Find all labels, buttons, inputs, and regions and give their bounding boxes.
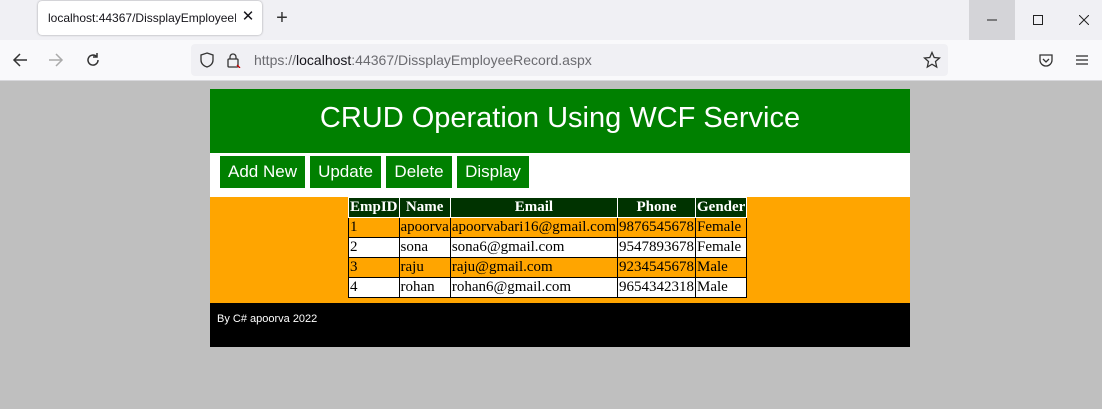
cell-empid: 3 xyxy=(348,257,400,278)
url-path: :44367/DissplayEmployeeRecord.aspx xyxy=(351,52,592,68)
star-icon[interactable] xyxy=(922,50,942,74)
cell-name: sona xyxy=(398,237,451,258)
table-row: 4 rohan rohan6@gmail.com 9654342318 Male xyxy=(348,277,748,298)
cell-email: rohan6@gmail.com xyxy=(449,277,619,298)
forward-arrow-icon[interactable] xyxy=(46,50,66,70)
column-header-empid: EmpID xyxy=(348,197,400,218)
lock-icon[interactable] xyxy=(225,52,241,73)
cell-email: sona6@gmail.com xyxy=(449,237,619,258)
column-header-gender: Gender xyxy=(695,197,748,218)
cell-name: apoorva xyxy=(398,217,451,238)
cell-phone: 9654342318 xyxy=(617,277,697,298)
maximize-icon[interactable] xyxy=(1015,0,1061,40)
address-bar[interactable]: https://localhost:44367/DissplayEmployee… xyxy=(191,44,948,76)
display-button[interactable]: Display xyxy=(457,156,529,188)
cell-name: rohan xyxy=(398,277,451,298)
cell-phone: 9547893678 xyxy=(617,237,697,258)
plus-icon[interactable]: + xyxy=(272,8,292,28)
nav-bar: https://localhost:44367/DissplayEmployee… xyxy=(0,40,1102,81)
url-text[interactable]: https://localhost:44367/DissplayEmployee… xyxy=(254,52,592,68)
url-host: localhost xyxy=(296,52,352,68)
add-new-button[interactable]: Add New xyxy=(220,156,305,188)
menu-icon[interactable] xyxy=(1072,50,1092,70)
table-row: 3 raju raju@gmail.com 9234545678 Male xyxy=(348,257,748,278)
cell-name: raju xyxy=(398,257,451,278)
close-icon[interactable]: ✕ xyxy=(240,9,256,25)
window-close-icon[interactable] xyxy=(1061,0,1102,40)
cell-gender: Male xyxy=(695,257,748,278)
shield-icon[interactable] xyxy=(199,52,215,73)
cell-gender: Female xyxy=(695,237,748,258)
update-button[interactable]: Update xyxy=(310,156,381,188)
delete-button[interactable]: Delete xyxy=(386,156,452,188)
page-footer: By C# apoorva 2022 xyxy=(210,303,910,347)
cell-gender: Female xyxy=(695,217,748,238)
button-bar: Add New Update Delete Display xyxy=(210,153,910,197)
cell-phone: 9876545678 xyxy=(617,217,697,238)
employee-table: EmpID Name Email Phone Gender 1 apoorva … xyxy=(348,197,748,298)
page-container: CRUD Operation Using WCF Service Add New… xyxy=(210,89,910,347)
reload-icon[interactable] xyxy=(83,50,103,70)
url-prefix: https:// xyxy=(254,52,297,68)
pocket-icon[interactable] xyxy=(1036,50,1056,70)
table-row: 1 apoorva apoorvabari16@gmail.com 987654… xyxy=(348,217,748,238)
cell-empid: 1 xyxy=(348,217,400,238)
cell-empid: 4 xyxy=(348,277,400,298)
page-title: CRUD Operation Using WCF Service xyxy=(210,89,910,153)
minimize-icon[interactable] xyxy=(969,0,1015,40)
tab-title: localhost:44367/DissplayEmployeeR xyxy=(48,11,236,25)
cell-phone: 9234545678 xyxy=(617,257,697,278)
cell-gender: Male xyxy=(695,277,748,298)
column-header-email: Email xyxy=(449,197,619,218)
tab-strip: localhost:44367/DissplayEmployeeR ✕ + xyxy=(0,0,1102,40)
back-arrow-icon[interactable] xyxy=(10,50,30,70)
cell-empid: 2 xyxy=(348,237,400,258)
table-row: 2 sona sona6@gmail.com 9547893678 Female xyxy=(348,237,748,258)
cell-email: raju@gmail.com xyxy=(449,257,619,278)
cell-email: apoorvabari16@gmail.com xyxy=(449,217,619,238)
footer-text: By C# apoorva 2022 xyxy=(217,313,318,325)
column-header-phone: Phone xyxy=(617,197,697,218)
grid-area: EmpID Name Email Phone Gender 1 apoorva … xyxy=(210,197,910,303)
column-header-name: Name xyxy=(398,197,451,218)
table-header-row: EmpID Name Email Phone Gender xyxy=(348,197,748,218)
browser-tab[interactable]: localhost:44367/DissplayEmployeeR ✕ xyxy=(38,1,262,35)
